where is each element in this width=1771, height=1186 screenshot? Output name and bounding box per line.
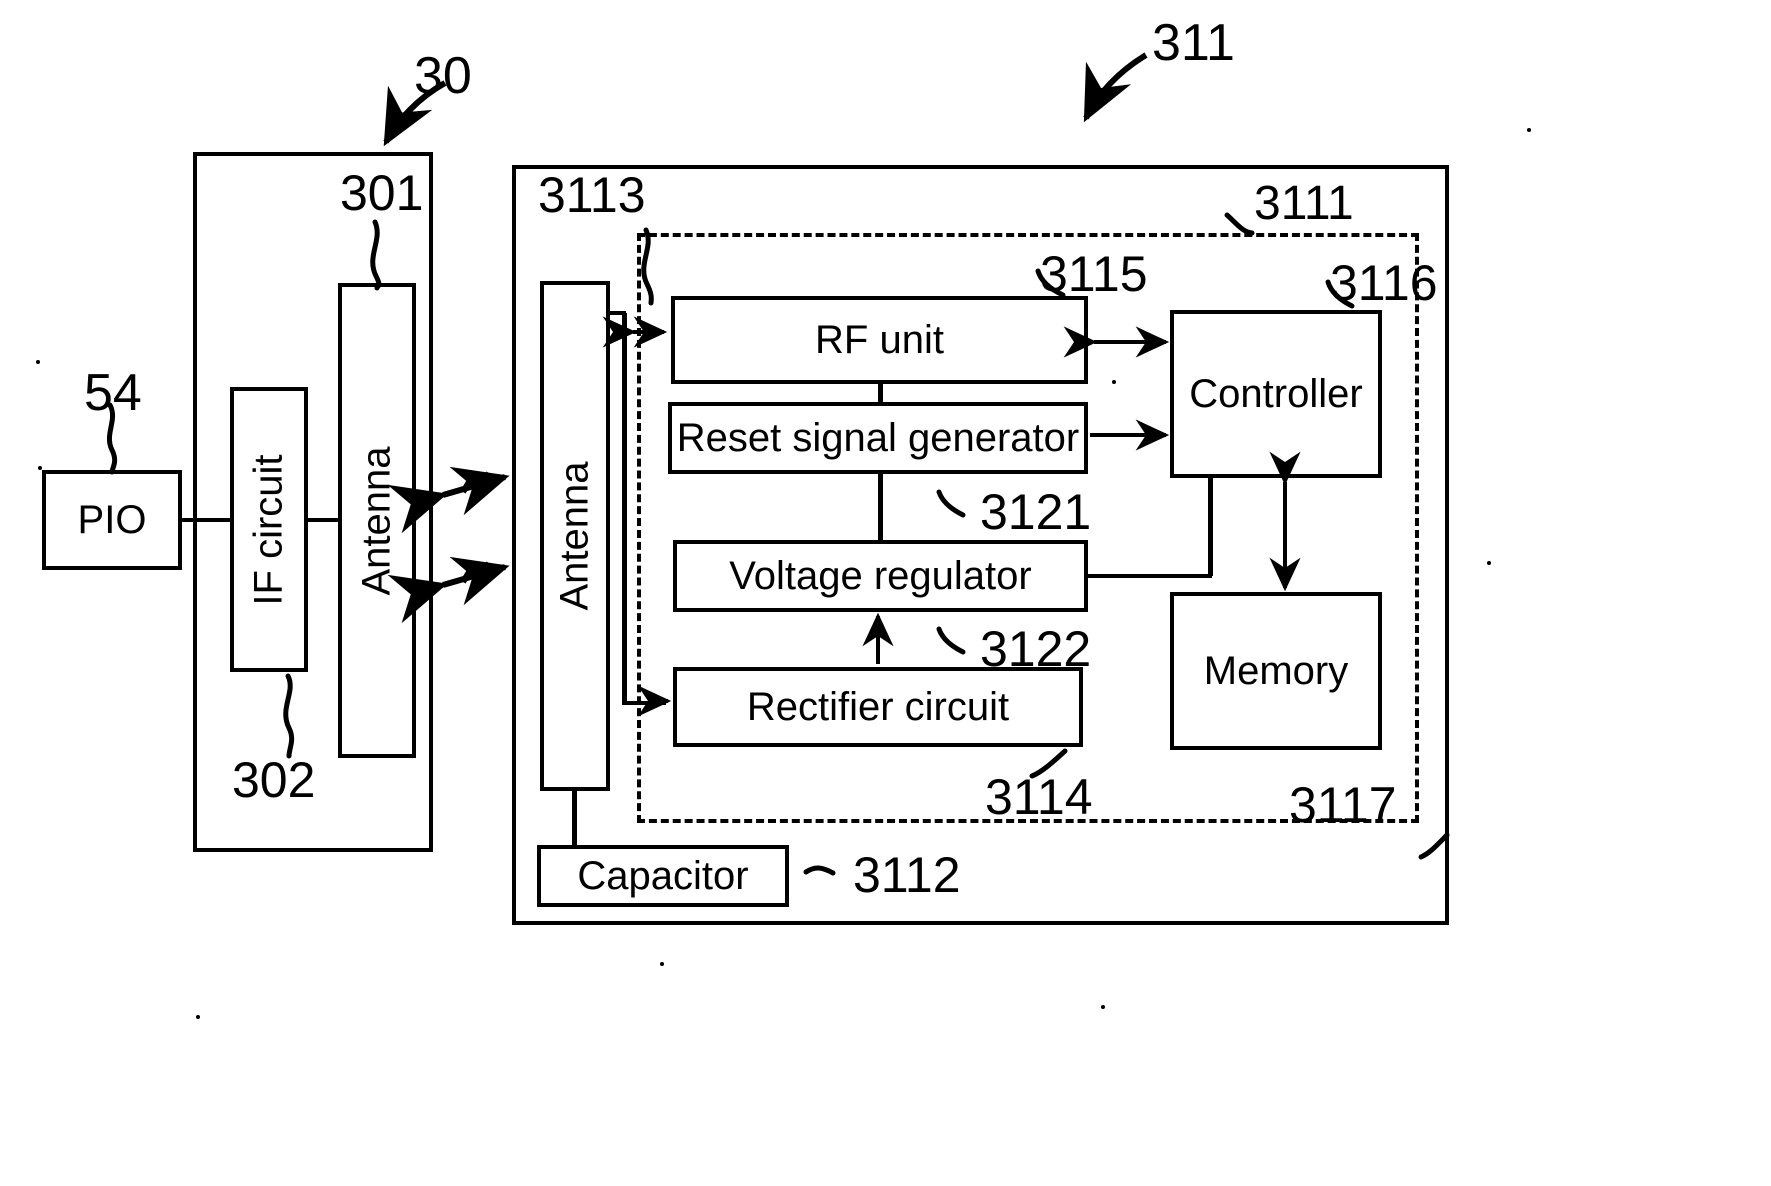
refnum-3111: 3111 xyxy=(1254,177,1354,230)
refnum-3113: 3113 xyxy=(538,167,646,223)
refnum-3122: 3122 xyxy=(980,621,1092,677)
rf-unit-label: RF unit xyxy=(815,318,944,362)
scan-speckle xyxy=(1527,128,1531,132)
scan-speckle xyxy=(36,360,40,364)
voltage-regulator-label: Voltage regulator xyxy=(729,554,1032,598)
rf-unit-block: RF unit xyxy=(671,296,1088,384)
refnum-3121: 3121 xyxy=(980,484,1092,540)
refnum-3112: 3112 xyxy=(853,847,961,903)
scan-speckle xyxy=(196,1015,200,1019)
scan-speckle xyxy=(1112,380,1116,384)
reset-signal-generator-label: Reset signal generator xyxy=(676,416,1080,460)
wire-antenna-to-capacitor-v xyxy=(572,789,577,847)
wire-vreg-to-controller-v xyxy=(1208,477,1213,576)
pio-label: PIO xyxy=(77,498,147,542)
rectifier-circuit-block: Rectifier circuit xyxy=(673,667,1083,747)
scan-speckle xyxy=(660,962,664,966)
wire-antenna-bus xyxy=(622,313,627,703)
if-circuit-label: IF circuit xyxy=(247,453,291,606)
refnum-3116: 3116 xyxy=(1330,255,1438,311)
wire-if-to-antenna xyxy=(305,518,341,522)
scan-speckle xyxy=(1101,1005,1105,1009)
refnum-302: 302 xyxy=(232,752,316,808)
tag-antenna-label: Antenna xyxy=(553,461,597,611)
reset-signal-generator-block: Reset signal generator xyxy=(668,402,1088,474)
wire-rf-to-reset xyxy=(878,383,883,404)
wire-reset-to-vreg xyxy=(878,473,883,541)
reader-antenna-block: Antenna xyxy=(338,283,416,758)
refnum-3115: 3115 xyxy=(1040,246,1148,302)
refnum-311: 311 xyxy=(1152,14,1235,72)
radio-wave-icon-upper xyxy=(387,466,510,534)
figure-canvas: PIO IF circuit Antenna Antenna RF unit R… xyxy=(0,0,1771,1186)
reader-antenna-label: Antenna xyxy=(355,445,399,596)
wire-vreg-to-controller-h xyxy=(1086,574,1212,578)
capacitor-block: Capacitor xyxy=(537,845,789,907)
scan-speckle xyxy=(1487,561,1491,565)
memory-block: Memory xyxy=(1170,592,1382,750)
refnum-3114: 3114 xyxy=(985,769,1093,825)
refnum-30: 30 xyxy=(414,47,472,105)
refnum-3117: 3117 xyxy=(1289,777,1397,833)
pio-block: PIO xyxy=(42,470,182,570)
radio-wave-icon-lower xyxy=(387,556,510,624)
voltage-regulator-block: Voltage regulator xyxy=(673,540,1088,612)
refnum-54: 54 xyxy=(84,364,142,422)
leader-arrow-311 xyxy=(1083,52,1148,123)
memory-label: Memory xyxy=(1203,649,1349,693)
scan-speckle xyxy=(38,466,42,470)
wire-pio-to-if xyxy=(180,518,234,522)
rectifier-circuit-label: Rectifier circuit xyxy=(746,685,1010,729)
capacitor-label: Capacitor xyxy=(577,854,749,898)
wire-antenna-top-stub xyxy=(606,311,626,315)
if-circuit-block: IF circuit xyxy=(230,387,308,672)
controller-label: Controller xyxy=(1189,372,1363,416)
tag-antenna-block: Antenna xyxy=(540,281,610,791)
refnum-301: 301 xyxy=(340,165,424,221)
wire-antenna-bottom-stub xyxy=(622,701,666,705)
controller-block: Controller xyxy=(1170,310,1382,478)
